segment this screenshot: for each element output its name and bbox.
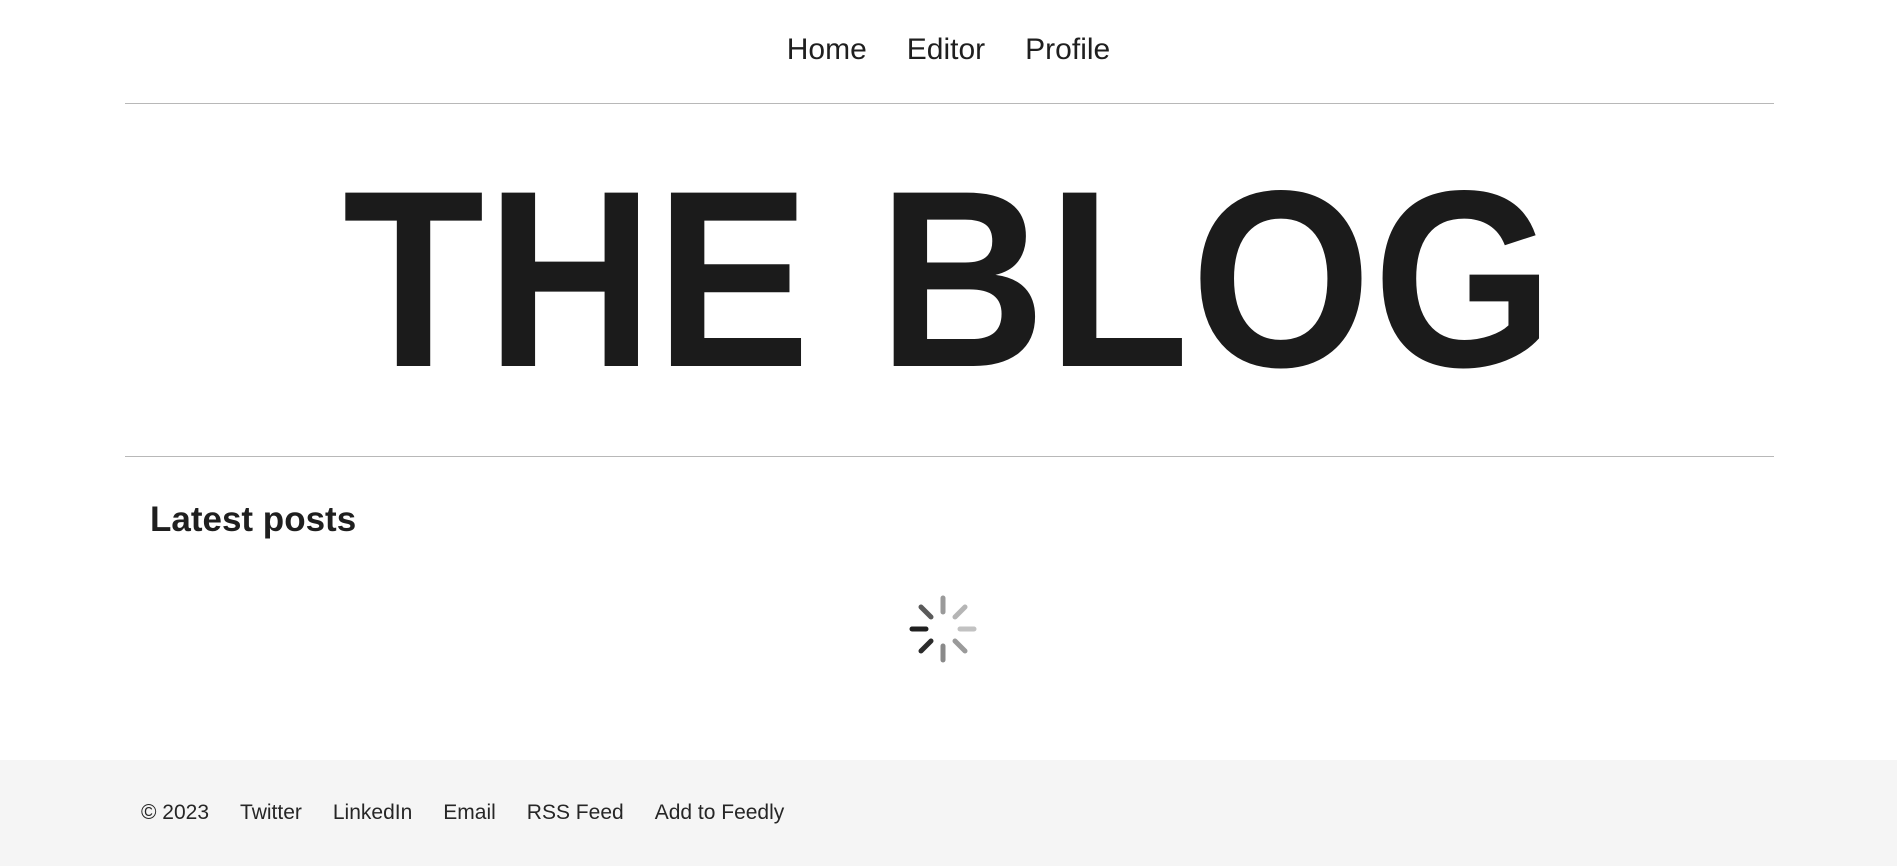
footer: © 2023 Twitter LinkedIn Email RSS Feed A… (0, 760, 1897, 866)
blog-title: THE BLOG (342, 139, 1555, 420)
footer-copyright: © 2023 (141, 801, 210, 824)
nav-profile-link[interactable]: Profile (1025, 33, 1110, 67)
footer-add-to-feedly-link[interactable]: Add to Feedly (655, 801, 785, 825)
top-nav: Home Editor Profile (0, 0, 1897, 102)
nav-editor-link[interactable]: Editor (907, 33, 985, 67)
latest-posts-heading: Latest posts (150, 500, 357, 539)
footer-rss-feed-link[interactable]: RSS Feed (527, 801, 624, 825)
hero: THE BLOG (0, 104, 1897, 456)
footer-linkedin-link[interactable]: LinkedIn (333, 801, 412, 825)
page: Home Editor Profile THE BLOG Latest post… (0, 0, 1897, 866)
footer-twitter-link[interactable]: Twitter (240, 801, 302, 825)
hero-divider (125, 456, 1774, 457)
footer-links: © 2023 Twitter LinkedIn Email RSS Feed A… (141, 760, 784, 866)
footer-email-link[interactable]: Email (443, 801, 496, 825)
nav-home-link[interactable]: Home (787, 33, 867, 67)
spinner-icon (909, 595, 977, 663)
nav-links: Home Editor Profile (787, 33, 1110, 67)
